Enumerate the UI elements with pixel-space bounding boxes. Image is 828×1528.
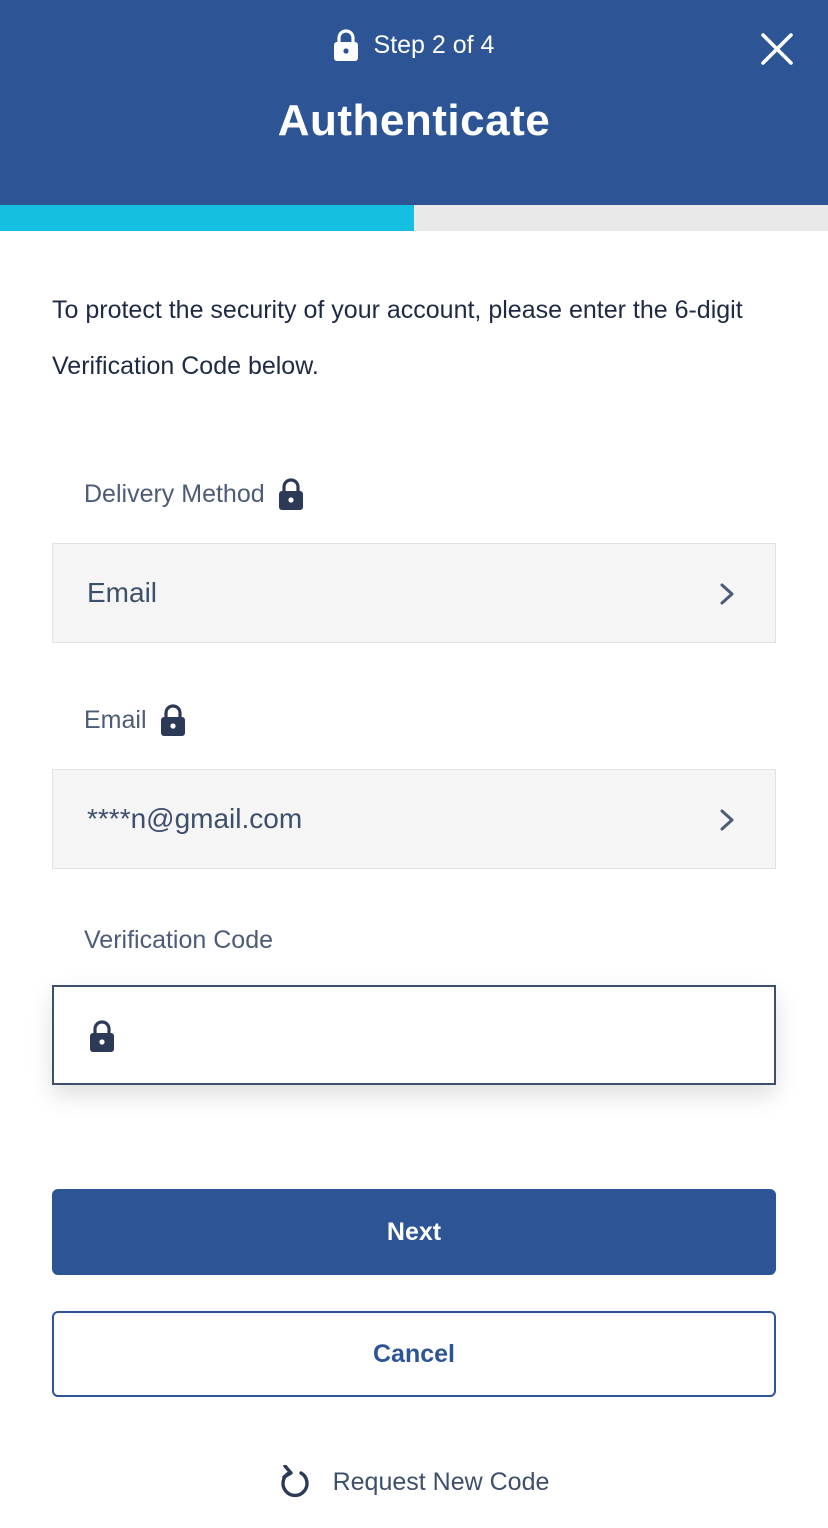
chevron-right-icon (720, 583, 734, 605)
close-icon[interactable] (760, 32, 794, 66)
lock-icon (160, 704, 185, 736)
progress-bar-fill (0, 205, 414, 231)
page-title: Authenticate (277, 96, 551, 145)
delivery-method-select[interactable]: Email (52, 543, 776, 643)
intro-text: To protect the security of your account,… (52, 296, 743, 380)
request-new-code-link[interactable]: Request New Code (0, 1460, 828, 1504)
delivery-method-value: Email (87, 577, 158, 608)
verification-code-label: Verification Code (84, 920, 273, 960)
lock-icon (333, 29, 358, 61)
request-new-code-label: Request New Code (332, 1467, 550, 1496)
lock-icon (90, 1020, 114, 1052)
verification-code-field[interactable] (52, 985, 776, 1085)
email-value: ****n@gmail.com (87, 803, 303, 834)
delivery-method-label-text: Delivery Method (84, 479, 265, 508)
refresh-icon (280, 1465, 309, 1498)
step-text: Step 2 of 4 (373, 30, 495, 59)
header: Step 2 of 4 Authenticate (0, 0, 828, 205)
email-label: Email (84, 700, 185, 740)
next-button[interactable]: Next (52, 1189, 776, 1275)
email-label-text: Email (84, 705, 147, 734)
progress-bar (0, 205, 828, 231)
cancel-button[interactable]: Cancel (52, 1311, 776, 1397)
chevron-right-icon (720, 809, 734, 831)
email-select[interactable]: ****n@gmail.com (52, 769, 776, 869)
verification-code-label-text: Verification Code (84, 925, 274, 954)
lock-icon (278, 478, 303, 510)
verification-code-input[interactable] (134, 1007, 754, 1065)
delivery-method-label: Delivery Method (84, 474, 303, 514)
step-indicator: Step 2 of 4 (0, 26, 828, 64)
